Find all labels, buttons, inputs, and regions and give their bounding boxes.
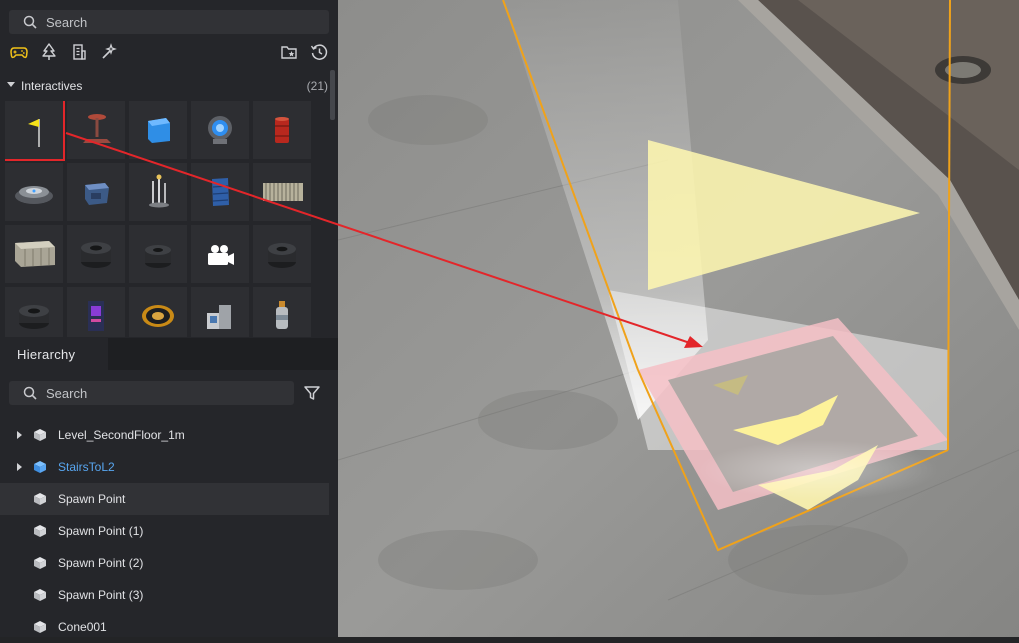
hierarchy-search-input[interactable]: Search bbox=[9, 381, 294, 405]
gamepad-icon[interactable] bbox=[10, 43, 28, 61]
hierarchy-item-label: Spawn Point (3) bbox=[58, 588, 144, 602]
hierarchy-item-label: Cone001 bbox=[58, 620, 107, 634]
history-icon[interactable] bbox=[310, 43, 328, 61]
red-barrel-icon bbox=[275, 117, 289, 143]
hierarchy-item-spawn-point-2[interactable]: Spawn Point (2) bbox=[0, 547, 329, 579]
camera-icon bbox=[208, 245, 234, 265]
tire-stack-icon bbox=[268, 243, 296, 268]
search-icon bbox=[23, 386, 37, 400]
asset-search-input[interactable]: Search bbox=[9, 10, 329, 34]
hierarchy-tab-label: Hierarchy bbox=[17, 347, 76, 362]
hierarchy-header: Hierarchy bbox=[0, 338, 338, 370]
cube-icon bbox=[34, 589, 46, 601]
asset-tile-arcade-machine[interactable] bbox=[67, 287, 125, 337]
tire-stack-icon bbox=[145, 245, 171, 268]
asset-tile-crate-blue[interactable] bbox=[67, 163, 125, 221]
round-pad-icon bbox=[15, 186, 53, 204]
hierarchy-item-label: Spawn Point (1) bbox=[58, 524, 144, 538]
hierarchy-item-spawn-point-3[interactable]: Spawn Point (3) bbox=[0, 579, 329, 611]
expand-arrow-icon[interactable] bbox=[17, 463, 22, 471]
hierarchy-item-spawn-point[interactable]: Spawn Point bbox=[0, 483, 329, 515]
yellow-flag-icon bbox=[28, 119, 40, 147]
lamp-cluster-icon bbox=[149, 174, 169, 208]
arcade-machine-icon bbox=[88, 301, 104, 331]
tree-icon[interactable] bbox=[40, 43, 58, 61]
asset-tile-blue-cabinet[interactable] bbox=[191, 163, 249, 221]
water-dispenser-icon bbox=[207, 305, 231, 329]
cube-icon bbox=[34, 525, 46, 537]
hierarchy-item-label: Level_SecondFloor_1m bbox=[58, 428, 185, 442]
section-count: (21) bbox=[306, 79, 328, 93]
asset-tile-tire-stack[interactable] bbox=[253, 225, 311, 283]
asset-tile-red-barrel[interactable] bbox=[253, 101, 311, 159]
shipping-container-icon bbox=[15, 241, 55, 267]
asset-grid-scrollbar[interactable] bbox=[330, 70, 335, 120]
hierarchy-item-label: Spawn Point (2) bbox=[58, 556, 144, 570]
left-panel: Search Interactives (21) Hierarchy Searc… bbox=[0, 0, 338, 637]
asset-tile-camera[interactable] bbox=[191, 225, 249, 283]
asset-tile-round-pad[interactable] bbox=[5, 163, 63, 221]
asset-tile-fence-segment[interactable] bbox=[253, 163, 311, 221]
cube-icon bbox=[34, 621, 46, 633]
hierarchy-item-label: StairsToL2 bbox=[58, 460, 115, 474]
asset-tile-shipping-container[interactable] bbox=[5, 225, 63, 283]
teleport-portal-icon bbox=[208, 116, 232, 144]
magic-wand-icon[interactable] bbox=[100, 43, 118, 61]
asset-tile-lamp-cluster[interactable] bbox=[129, 163, 187, 221]
blue-cube-icon bbox=[148, 118, 170, 143]
interactives-section-header[interactable]: Interactives (21) bbox=[0, 76, 330, 96]
asset-tile-tire-stack[interactable] bbox=[67, 225, 125, 283]
fence-segment-icon bbox=[263, 183, 303, 201]
prefab-cube-icon bbox=[34, 461, 46, 473]
section-title: Interactives bbox=[21, 79, 83, 93]
asset-tile-yellow-flag[interactable] bbox=[5, 101, 65, 161]
asset-tile-gas-canister[interactable] bbox=[253, 287, 311, 337]
category-tabs bbox=[0, 40, 338, 64]
tire-stack-icon bbox=[19, 305, 49, 329]
spawn-pad-stand-icon bbox=[83, 114, 111, 143]
gas-canister-icon bbox=[276, 301, 288, 329]
hierarchy-item-stairstol2[interactable]: StairsToL2 bbox=[0, 451, 329, 483]
asset-grid bbox=[5, 101, 314, 337]
asset-tile-spawn-pad-stand[interactable] bbox=[67, 101, 125, 159]
building-icon[interactable] bbox=[70, 43, 88, 61]
asset-tile-blue-cube[interactable] bbox=[129, 101, 187, 159]
asset-tile-gold-coin-pad[interactable] bbox=[129, 287, 187, 337]
scene-viewport[interactable] bbox=[338, 0, 1019, 637]
asset-tile-water-dispenser[interactable] bbox=[191, 287, 249, 337]
hierarchy-item-label: Spawn Point bbox=[58, 492, 126, 506]
asset-tile-teleport-portal[interactable] bbox=[191, 101, 249, 159]
filter-icon[interactable] bbox=[303, 384, 321, 402]
blue-cabinet-icon bbox=[212, 178, 229, 206]
expand-arrow-icon[interactable] bbox=[17, 431, 22, 439]
search-icon bbox=[23, 15, 37, 29]
tab-hierarchy[interactable]: Hierarchy bbox=[0, 338, 108, 370]
viewport-render bbox=[338, 0, 1019, 637]
cube-icon bbox=[34, 557, 46, 569]
asset-search-placeholder: Search bbox=[46, 14, 88, 30]
collapse-caret-icon[interactable] bbox=[7, 82, 15, 87]
crate-blue-icon bbox=[85, 183, 109, 205]
hierarchy-search-placeholder: Search bbox=[46, 385, 88, 401]
cube-icon bbox=[34, 493, 46, 505]
asset-tile-tire-stack[interactable] bbox=[129, 225, 187, 283]
hierarchy-item-cone001[interactable]: Cone001 bbox=[0, 611, 329, 643]
hierarchy-item-level-secondfloor[interactable]: Level_SecondFloor_1m bbox=[0, 419, 329, 451]
hierarchy-item-spawn-point-1[interactable]: Spawn Point (1) bbox=[0, 515, 329, 547]
cube-icon bbox=[34, 429, 46, 441]
asset-tile-tire-stack[interactable] bbox=[5, 287, 63, 337]
tire-stack-icon bbox=[81, 242, 111, 268]
gold-coin-pad-icon bbox=[142, 305, 174, 327]
folder-star-icon[interactable] bbox=[280, 43, 298, 61]
